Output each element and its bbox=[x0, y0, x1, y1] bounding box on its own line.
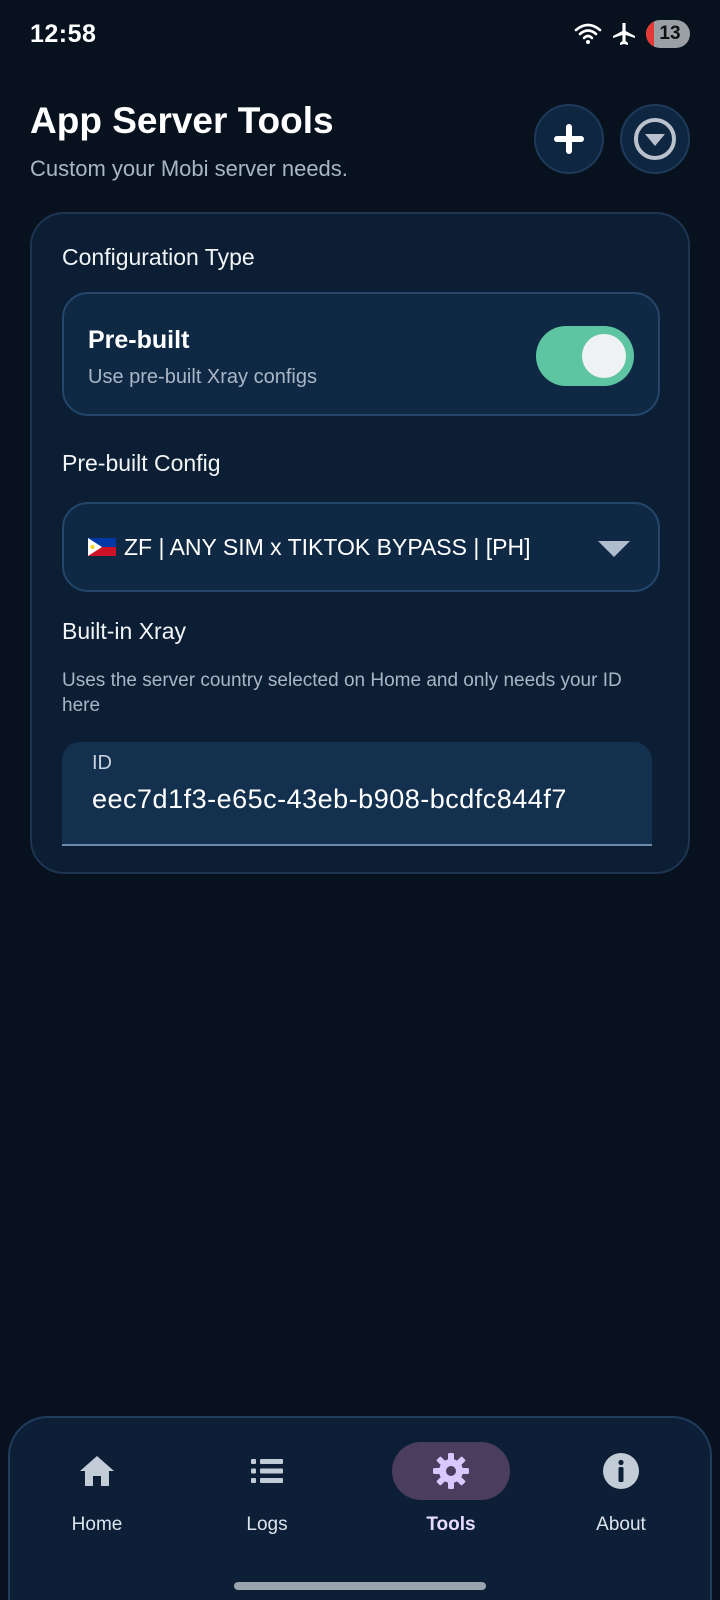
prebuilt-switch[interactable] bbox=[536, 326, 634, 386]
switch-knob bbox=[582, 334, 626, 378]
page-title: App Server Tools bbox=[30, 100, 334, 141]
page-subtitle: Custom your Mobi server needs. bbox=[30, 156, 348, 181]
nav-tools[interactable]: Tools bbox=[376, 1442, 526, 1542]
plus-icon bbox=[554, 124, 584, 154]
nav-home[interactable]: Home bbox=[22, 1442, 172, 1542]
nav-home-label: Home bbox=[71, 1514, 123, 1535]
config-card: Configuration Type Pre-built Use pre-bui… bbox=[30, 212, 690, 874]
nav-logs-label: Logs bbox=[246, 1514, 288, 1535]
gear-icon bbox=[433, 1453, 469, 1489]
status-time: 12:58 bbox=[30, 19, 97, 48]
collapse-button[interactable] bbox=[620, 104, 690, 174]
toggle-description: Use pre-built Xray configs bbox=[88, 366, 317, 388]
chevron-down-icon bbox=[598, 541, 630, 557]
id-field[interactable]: ID eec7d1f3-e65c-43eb-b908-bcdfc844f7 bbox=[62, 742, 652, 846]
philippines-flag-icon bbox=[88, 538, 116, 556]
nav-about[interactable]: About bbox=[546, 1442, 696, 1542]
home-icon bbox=[80, 1456, 114, 1486]
battery-level: 13 bbox=[659, 23, 681, 44]
status-icons: 13 bbox=[574, 20, 690, 48]
nav-about-label: About bbox=[596, 1514, 646, 1535]
xray-helper-text: Uses the server country selected on Home… bbox=[62, 670, 622, 716]
prebuilt-config-label: Pre-built Config bbox=[62, 450, 221, 476]
prebuilt-toggle-row[interactable]: Pre-built Use pre-built Xray configs bbox=[62, 292, 660, 416]
nav-logs[interactable]: Logs bbox=[192, 1442, 342, 1542]
info-icon bbox=[603, 1453, 639, 1489]
configuration-type-label: Configuration Type bbox=[62, 244, 255, 270]
wifi-icon bbox=[574, 20, 602, 48]
built-in-xray-label: Built-in Xray bbox=[62, 618, 186, 644]
toggle-title: Pre-built bbox=[88, 326, 190, 354]
chevron-down-circle-icon bbox=[634, 118, 676, 160]
airplane-icon bbox=[610, 20, 638, 48]
status-bar: 12:58 13 bbox=[0, 0, 720, 68]
list-icon bbox=[251, 1459, 283, 1483]
id-field-label: ID bbox=[92, 752, 112, 774]
id-field-value[interactable]: eec7d1f3-e65c-43eb-b908-bcdfc844f7 bbox=[92, 784, 652, 815]
add-button[interactable] bbox=[534, 104, 604, 174]
bottom-navigation: Home Logs Tools About bbox=[8, 1416, 712, 1600]
page-header: App Server Tools Custom your Mobi server… bbox=[30, 100, 690, 190]
nav-tools-label: Tools bbox=[426, 1514, 476, 1535]
battery-icon: 13 bbox=[646, 20, 690, 48]
prebuilt-config-select[interactable]: ZF | ANY SIM x TIKTOK BYPASS | [PH] bbox=[62, 502, 660, 592]
selected-config-value: ZF | ANY SIM x TIKTOK BYPASS | [PH] bbox=[124, 533, 531, 560]
home-indicator[interactable] bbox=[234, 1582, 486, 1590]
